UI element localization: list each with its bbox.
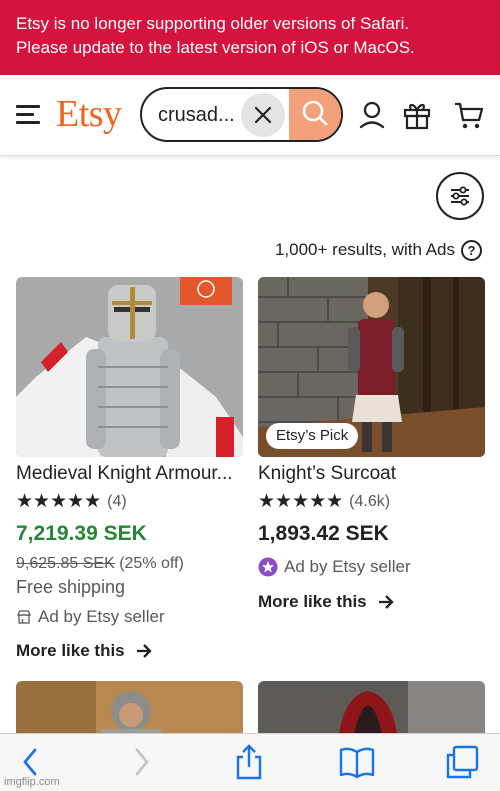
back-button[interactable] bbox=[16, 744, 46, 780]
tabs-icon bbox=[446, 745, 479, 779]
banner-line-2: Please update to the latest version of i… bbox=[16, 38, 415, 57]
listing-image-armour[interactable] bbox=[16, 277, 243, 457]
user-icon bbox=[359, 101, 385, 129]
star-seller-icon bbox=[258, 557, 278, 577]
chevron-left-icon bbox=[23, 748, 37, 776]
more-like-this-link[interactable]: More like this bbox=[258, 592, 395, 612]
share-icon bbox=[236, 744, 262, 780]
arrow-right-icon bbox=[378, 595, 394, 609]
discount-label: (25% off) bbox=[119, 555, 184, 572]
filter-sliders-icon bbox=[451, 186, 469, 206]
listing-price: 7,219.39 SEK bbox=[16, 522, 147, 545]
search-button[interactable] bbox=[289, 89, 341, 140]
arrow-right-icon bbox=[136, 644, 152, 658]
browser-toolbar bbox=[0, 733, 500, 791]
close-icon bbox=[254, 106, 272, 124]
more-like-this-label: More like this bbox=[258, 592, 367, 611]
original-price-line: 9,625.85 SEK (25% off) bbox=[16, 555, 184, 573]
ad-label[interactable]: Ad by Etsy seller bbox=[16, 607, 165, 627]
more-like-this-label: More like this bbox=[16, 641, 125, 660]
listing-title[interactable]: Medieval Knight Armour... bbox=[16, 463, 243, 485]
etsys-pick-badge: Etsy’s Pick bbox=[266, 423, 359, 449]
ad-text: Ad by Etsy seller bbox=[38, 607, 165, 626]
listing-image-partial[interactable] bbox=[16, 681, 243, 741]
ad-label[interactable]: Ad by Etsy seller bbox=[258, 557, 411, 577]
search-bar[interactable]: crusad... bbox=[140, 87, 343, 142]
book-icon bbox=[339, 747, 375, 779]
shop-icon bbox=[17, 610, 31, 624]
free-shipping-label: Free shipping bbox=[16, 577, 126, 597]
banner-line-1: Etsy is no longer supporting older versi… bbox=[16, 14, 410, 33]
search-icon bbox=[302, 100, 328, 126]
share-button[interactable] bbox=[232, 744, 266, 780]
listing-price: 1,893.42 SEK bbox=[258, 522, 389, 545]
ad-text: Ad by Etsy seller bbox=[284, 557, 411, 576]
menu-icon[interactable] bbox=[16, 105, 40, 125]
more-like-this-link[interactable]: More like this bbox=[16, 641, 153, 661]
results-text: 1,000+ results, with Ads bbox=[274, 240, 455, 259]
results-count: 1,000+ results, with Ads ? bbox=[275, 239, 482, 261]
help-icon[interactable]: ? bbox=[461, 239, 482, 261]
clear-search-button[interactable] bbox=[241, 93, 285, 137]
chevron-right-icon bbox=[135, 748, 149, 776]
bookmarks-button[interactable] bbox=[338, 744, 376, 780]
gift-icon bbox=[403, 103, 431, 130]
listing-image-surcoat[interactable]: Etsy’s Pick bbox=[258, 277, 485, 457]
filter-button[interactable] bbox=[436, 172, 484, 220]
imgflip-watermark: imgflip.com bbox=[4, 776, 60, 788]
review-count: (4.6k) bbox=[349, 492, 391, 510]
star-rating-icon: ★★★★★ bbox=[16, 491, 102, 512]
forward-button[interactable] bbox=[126, 744, 156, 780]
star-rating-icon: ★★★★★ bbox=[258, 491, 344, 512]
etsy-logo[interactable]: Etsy bbox=[56, 92, 122, 136]
cart-icon bbox=[455, 102, 484, 129]
cart-button[interactable] bbox=[452, 98, 486, 132]
account-button[interactable] bbox=[355, 98, 389, 132]
listing-image-partial[interactable] bbox=[258, 681, 485, 741]
tabs-button[interactable] bbox=[444, 744, 480, 780]
listing-rating: ★★★★★ (4) bbox=[16, 490, 127, 513]
original-price: 9,625.85 SEK bbox=[16, 555, 115, 572]
review-count: (4) bbox=[107, 492, 127, 510]
listing-title[interactable]: Knight’s Surcoat bbox=[258, 463, 485, 485]
listing-rating: ★★★★★ (4.6k) bbox=[258, 490, 390, 513]
site-header: Etsy crusad... bbox=[0, 75, 500, 156]
gift-button[interactable] bbox=[400, 98, 434, 132]
update-warning-banner: Etsy is no longer supporting older versi… bbox=[0, 0, 500, 75]
